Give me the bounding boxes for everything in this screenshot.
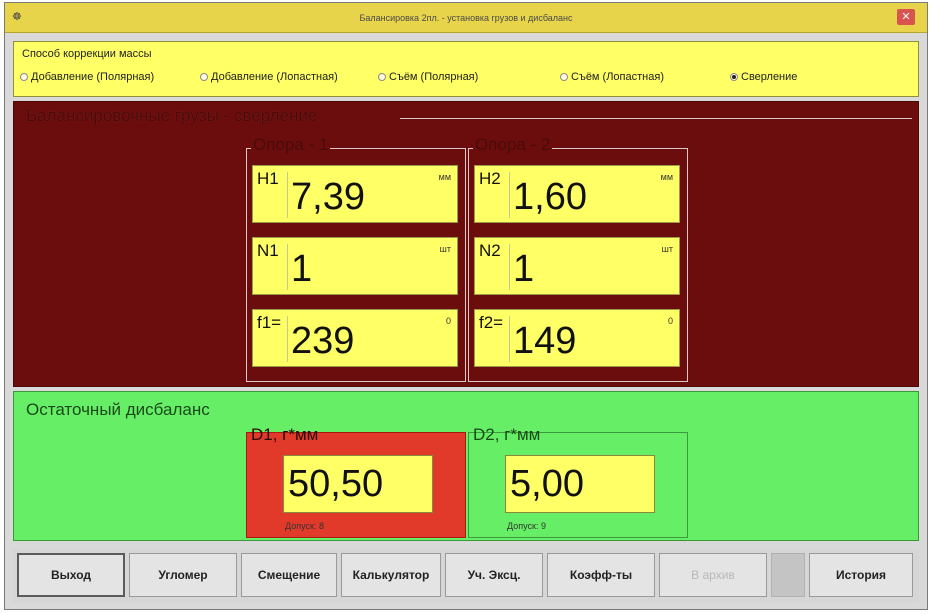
depth-h2-value: 1,60	[513, 176, 587, 218]
residual-imbalance-title: Остаточный дисбаланс	[26, 400, 210, 419]
support-1-group: Опора - 1 H1 7,39 мм N1 1 шт f1= 239 0	[246, 135, 466, 382]
count-n2-field[interactable]: N2 1 шт	[474, 237, 680, 295]
divider	[400, 118, 912, 119]
d1-group: D1, г*мм 50,50 Допуск: 8	[246, 425, 466, 538]
window-title: Балансировка 2пл. - установка грузов и д…	[359, 13, 573, 23]
d1-tolerance: Допуск: 8	[285, 521, 324, 531]
support-1-title: Опора - 1	[251, 135, 331, 155]
support-2-group: Опора - 2 H2 1,60 мм N2 1 шт f2= 149 0	[468, 135, 688, 382]
radio-icon	[20, 73, 28, 81]
title-bar[interactable]: ☸ Балансировка 2пл. - установка грузов и…	[5, 3, 927, 33]
count-n1-value: 1	[291, 248, 313, 290]
angle-f1-value: 239	[291, 320, 355, 362]
angle-f2-field[interactable]: f2= 149 0	[474, 309, 680, 367]
goniometer-button[interactable]: Угломер	[129, 553, 237, 597]
radio-drilling[interactable]: Сверление	[730, 71, 797, 83]
mass-correction-group: Способ коррекции массы Добавление (Поляр…	[13, 41, 919, 97]
angle-f2-value: 149	[513, 320, 577, 362]
close-icon: ✕	[901, 11, 911, 23]
mass-correction-title: Способ коррекции массы	[22, 48, 152, 60]
count-n2-value: 1	[513, 248, 535, 290]
history-button[interactable]: История	[809, 553, 913, 597]
depth-h1-value: 7,39	[291, 176, 365, 218]
radio-remove-blade[interactable]: Съём (Лопастная)	[560, 71, 664, 83]
d2-tolerance: Допуск: 9	[507, 521, 546, 531]
depth-h2-field[interactable]: H2 1,60 мм	[474, 165, 680, 223]
depth-h1-field[interactable]: H1 7,39 мм	[252, 165, 458, 223]
calculator-button[interactable]: Калькулятор	[341, 553, 441, 597]
count-n1-field[interactable]: N1 1 шт	[252, 237, 458, 295]
divider	[771, 553, 805, 597]
radio-icon	[378, 73, 386, 81]
exit-button[interactable]: Выход	[17, 553, 125, 597]
residual-imbalance-panel: Остаточный дисбаланс D1, г*мм 50,50 Допу…	[13, 391, 919, 541]
d1-value[interactable]: 50,50	[283, 455, 433, 513]
button-bar: Выход Угломер Смещение Калькулятор Уч. Э…	[13, 549, 919, 603]
radio-add-polar[interactable]: Добавление (Полярная)	[20, 71, 154, 83]
support-2-title: Опора - 2	[473, 135, 553, 155]
app-window: ☸ Балансировка 2пл. - установка грузов и…	[4, 2, 928, 610]
eccentricity-button[interactable]: Уч. Эксц.	[445, 553, 543, 597]
balancing-weights-panel: Балансировочные грузы - сверление Опора …	[13, 101, 919, 387]
balancing-weights-title: Балансировочные грузы - сверление	[26, 106, 318, 125]
coefficients-button[interactable]: Коэфф-ты	[547, 553, 655, 597]
d1-title: D1, г*мм	[251, 425, 319, 444]
angle-f1-field[interactable]: f1= 239 0	[252, 309, 458, 367]
radio-icon	[560, 73, 568, 81]
offset-button[interactable]: Смещение	[241, 553, 337, 597]
radio-icon	[200, 73, 208, 81]
archive-button: В архив	[659, 553, 767, 597]
radio-icon	[730, 73, 738, 81]
d2-title: D2, г*мм	[473, 425, 541, 444]
d2-group: D2, г*мм 5,00 Допуск: 9	[468, 425, 688, 538]
d2-value[interactable]: 5,00	[505, 455, 655, 513]
radio-add-blade[interactable]: Добавление (Лопастная)	[200, 71, 338, 83]
radio-remove-polar[interactable]: Съём (Полярная)	[378, 71, 478, 83]
close-button[interactable]: ✕	[897, 9, 915, 25]
